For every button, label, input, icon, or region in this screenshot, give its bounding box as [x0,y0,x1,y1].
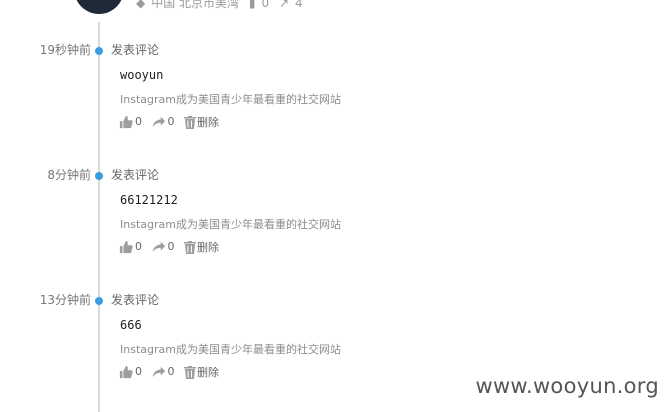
share-button[interactable]: 0 [152,240,175,254]
like-count: 0 [135,115,142,128]
article-title[interactable]: Instagram成为美国青少年最看重的社交网站 [120,217,341,233]
trash-icon [184,240,196,254]
avatar[interactable] [74,0,124,14]
article-title[interactable]: Instagram成为美国青少年最看重的社交网站 [120,342,341,358]
share-icon [152,366,165,377]
timeline-dot [95,47,103,55]
share-button[interactable]: 0 [152,365,175,379]
comment-toolbar: 0 0 删除 [119,364,225,380]
share-count: 0 [167,365,175,378]
entry-action: 发表评论 [111,168,160,182]
entry-time: 8分钟前 [47,168,91,182]
entry-action: 发表评论 [111,293,160,307]
timeline-dot [95,172,103,180]
delete-button[interactable]: 删除 [184,239,219,255]
delete-button[interactable]: 删除 [184,114,219,130]
share-icon [152,116,165,127]
share-button[interactable]: 0 [152,115,175,129]
like-count: 0 [135,365,142,378]
comment-toolbar: 0 0 删除 [119,114,225,130]
timeline-dot [95,297,103,305]
watermark: www.wooyun.org [475,374,659,398]
thumbs-up-icon [119,115,133,128]
profile-meta: ◆ 中国 北京市美湾 ▮ 0 ↗ 4 [136,0,309,11]
delete-label: 删除 [197,366,219,379]
like-button[interactable]: 0 [119,115,142,129]
entry-action: 发表评论 [111,43,160,57]
share-icon [152,241,165,252]
comment-content: 666 [120,318,142,332]
like-button[interactable]: 0 [119,365,142,379]
thumbs-up-icon [119,365,133,378]
trash-icon [184,115,196,129]
timeline-entry: 19秒钟前 发表评论 wooyun Instagram成为美国青少年最看重的社交… [0,42,668,142]
share-icon[interactable]: ↗ [279,0,289,10]
header-likes: 0 [261,0,270,10]
header-shares: 4 [295,0,303,10]
share-count: 0 [167,240,175,253]
thumbs-up-icon [119,240,133,253]
delete-button[interactable]: 删除 [184,364,219,380]
timeline-entry: 8分钟前 发表评论 66121212 Instagram成为美国青少年最看重的社… [0,167,668,267]
comment-content: 66121212 [120,193,178,207]
entry-time: 19秒钟前 [39,43,91,57]
location-text: 中国 北京市美湾 [151,0,240,10]
entry-time: 13分钟前 [39,293,91,307]
delete-label: 删除 [197,241,219,254]
thumbs-up-icon[interactable]: ▮ [249,0,256,10]
article-title[interactable]: Instagram成为美国青少年最看重的社交网站 [120,92,341,108]
like-button[interactable]: 0 [119,240,142,254]
trash-icon [184,365,196,379]
delete-label: 删除 [197,116,219,129]
like-count: 0 [135,240,142,253]
profile-header: ◆ 中国 北京市美湾 ▮ 0 ↗ 4 [0,0,668,14]
location-pin-icon: ◆ [136,0,146,10]
share-count: 0 [167,115,175,128]
comment-toolbar: 0 0 删除 [119,239,225,255]
comment-content: wooyun [120,68,164,82]
